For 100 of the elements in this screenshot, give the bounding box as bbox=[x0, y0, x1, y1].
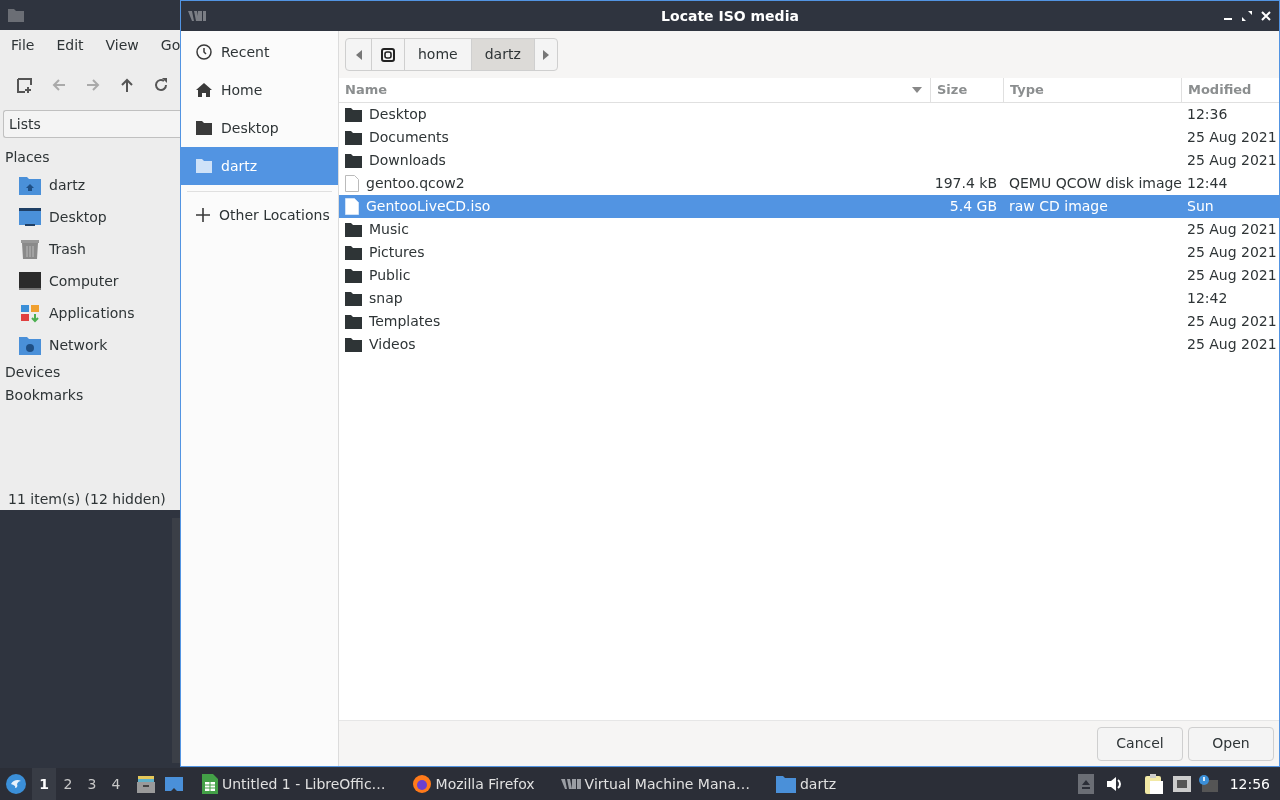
table-cell-text: Documents bbox=[369, 128, 449, 147]
sidebar-item[interactable]: dartz bbox=[5, 169, 181, 201]
new-tab-icon[interactable] bbox=[17, 77, 33, 93]
home-icon bbox=[196, 82, 212, 98]
file-cabinet-icon[interactable] bbox=[136, 774, 156, 794]
menu-icon[interactable] bbox=[6, 774, 26, 794]
app-icon bbox=[188, 11, 206, 21]
table-cell-text: 25 Aug 2021 bbox=[1187, 335, 1277, 354]
menu-item[interactable]: Go bbox=[160, 34, 181, 56]
window-title: Locate ISO media bbox=[661, 6, 799, 26]
dialog-button[interactable]: Open bbox=[1188, 726, 1274, 761]
sidebar-item[interactable]: Computer bbox=[5, 265, 181, 297]
section-header[interactable]: Devices bbox=[5, 361, 181, 384]
table-cell-text: 25 Aug 2021 bbox=[1187, 243, 1277, 262]
applications-icon bbox=[19, 303, 41, 323]
folder-icon bbox=[8, 8, 24, 22]
file-row[interactable]: Public 25 Aug 2021 bbox=[339, 264, 1279, 287]
file-row[interactable]: snap 12:42 bbox=[339, 287, 1279, 310]
taskbar-button[interactable]: Untitled 1 - LibreOffic… bbox=[190, 768, 400, 800]
menu-item[interactable]: File bbox=[11, 34, 35, 56]
table-cell-text: Pictures bbox=[369, 243, 425, 262]
taskbar-button[interactable]: Virtual Machine Mana… bbox=[548, 768, 764, 800]
volume-icon[interactable] bbox=[1105, 776, 1124, 792]
sidebar-item[interactable]: Trash bbox=[5, 233, 181, 265]
workspace-button[interactable]: 4 bbox=[104, 768, 128, 800]
table-cell-text: 12:44 bbox=[1187, 174, 1228, 193]
computer-icon bbox=[19, 271, 41, 291]
location-field[interactable]: Lists bbox=[3, 110, 181, 138]
table-cell-text: 25 Aug 2021 bbox=[1187, 266, 1277, 285]
sidebar-item[interactable]: Home bbox=[181, 71, 338, 109]
clipboard-icon[interactable] bbox=[1143, 773, 1164, 795]
trash-icon bbox=[19, 239, 41, 259]
dialog-button[interactable]: Cancel bbox=[1097, 726, 1183, 761]
sort-arrow-icon bbox=[912, 87, 922, 93]
drive-icon bbox=[381, 47, 395, 62]
monitor-icon bbox=[19, 207, 41, 227]
folder-icon bbox=[196, 159, 212, 173]
desktop-icon[interactable] bbox=[164, 774, 184, 794]
sidebar-item[interactable]: Other Locations bbox=[181, 198, 338, 232]
workspace-button[interactable]: 1 bbox=[32, 768, 56, 800]
reload-icon[interactable] bbox=[153, 77, 169, 93]
clock[interactable]: 12:56 bbox=[1229, 773, 1270, 795]
table-cell-text: gentoo.qcow2 bbox=[366, 174, 465, 193]
taskbar-button[interactable]: Mozilla Firefox bbox=[399, 768, 549, 800]
left-caret-icon bbox=[355, 49, 362, 60]
section-header[interactable]: Places bbox=[5, 146, 181, 169]
table-cell-text: Templates bbox=[369, 312, 441, 331]
sidebar-item[interactable]: Recent bbox=[181, 33, 338, 71]
section-header[interactable]: Bookmarks bbox=[5, 384, 181, 407]
table-cell-text: 5.4 GB bbox=[949, 197, 997, 216]
table-cell-text: 25 Aug 2021 bbox=[1187, 312, 1277, 331]
sidebar-item[interactable]: Applications bbox=[5, 297, 181, 329]
network-folder-icon bbox=[19, 335, 41, 355]
file-row[interactable]: Downloads 25 Aug 2021 bbox=[339, 149, 1279, 172]
sidebar-item[interactable]: Network bbox=[5, 329, 181, 361]
table-cell-text: Public bbox=[369, 266, 411, 285]
network-icon[interactable] bbox=[1171, 775, 1192, 793]
notification-icon[interactable] bbox=[1197, 774, 1218, 794]
workspace-button[interactable]: 2 bbox=[56, 768, 80, 800]
table-cell-text: Downloads bbox=[369, 151, 446, 170]
folder-icon bbox=[776, 775, 796, 793]
table-cell-text: 12:36 bbox=[1187, 105, 1228, 124]
table-cell-text: Sun bbox=[1187, 197, 1214, 216]
folder-icon bbox=[345, 268, 362, 283]
table-cell-text: Music bbox=[369, 220, 409, 239]
folder-icon bbox=[345, 222, 362, 237]
file-row[interactable]: Desktop 12:36 bbox=[339, 103, 1279, 126]
sidebar-item[interactable]: Desktop bbox=[5, 201, 181, 233]
document-icon bbox=[345, 175, 359, 192]
path-button[interactable]: dartz bbox=[471, 39, 535, 70]
up-arrow-icon[interactable] bbox=[119, 77, 135, 93]
eject-icon[interactable] bbox=[1077, 774, 1094, 794]
home-folder-icon bbox=[19, 175, 41, 195]
file-row[interactable]: Music 25 Aug 2021 bbox=[339, 218, 1279, 241]
path-button[interactable]: home bbox=[405, 39, 472, 70]
table-cell-text: Desktop bbox=[369, 105, 427, 124]
file-row[interactable]: Documents 25 Aug 2021 bbox=[339, 126, 1279, 149]
maximize-icon[interactable] bbox=[1242, 11, 1252, 21]
file-row[interactable]: Videos 25 Aug 2021 bbox=[339, 333, 1279, 356]
table-cell-text: 197.4 kB bbox=[934, 174, 997, 193]
right-caret-icon bbox=[542, 49, 549, 60]
menu-item[interactable]: View bbox=[105, 34, 139, 56]
table-cell-text: snap bbox=[369, 289, 403, 308]
file-row[interactable]: Pictures 25 Aug 2021 bbox=[339, 241, 1279, 264]
close-icon[interactable] bbox=[1261, 11, 1271, 21]
table-cell-text: GentooLiveCD.iso bbox=[366, 197, 491, 216]
spreadsheet-icon bbox=[202, 774, 218, 794]
folder-icon bbox=[345, 337, 362, 352]
app-icon bbox=[560, 779, 581, 789]
workspace-button[interactable]: 3 bbox=[80, 768, 104, 800]
browser-icon bbox=[411, 774, 432, 794]
file-row[interactable]: Templates 25 Aug 2021 bbox=[339, 310, 1279, 333]
taskbar-button[interactable]: dartz bbox=[764, 768, 851, 800]
menu-item[interactable]: Edit bbox=[56, 34, 84, 56]
file-row[interactable]: gentoo.qcow2 197.4 kB QEMU QCOW disk image 12:44 bbox=[339, 172, 1279, 195]
table-cell-text: 25 Aug 2021 bbox=[1187, 128, 1277, 147]
table-cell-text: 25 Aug 2021 bbox=[1187, 220, 1277, 239]
folder-icon bbox=[345, 130, 362, 145]
sidebar-item[interactable]: Desktop bbox=[181, 109, 338, 147]
document-icon bbox=[345, 198, 359, 215]
